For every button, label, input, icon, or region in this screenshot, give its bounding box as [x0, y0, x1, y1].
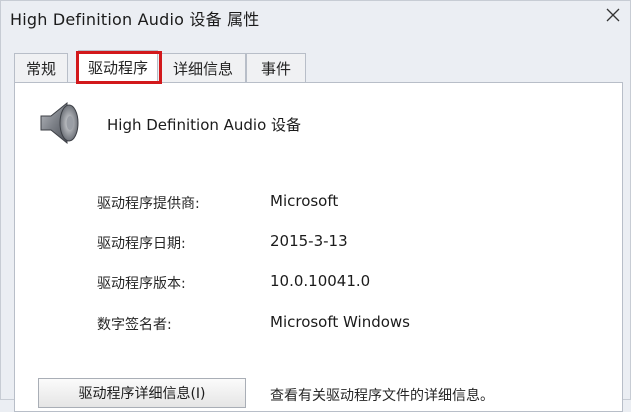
tab-events[interactable]: 事件 — [246, 53, 306, 82]
date-label: 驱动程序日期: — [97, 236, 186, 252]
speaker-icon — [40, 101, 79, 145]
tab-details[interactable]: 详细信息 — [160, 53, 246, 82]
device-name: High Definition Audio 设备 — [107, 116, 302, 134]
driver-details-description: 查看有关驱动程序文件的详细信息。 — [270, 388, 494, 404]
version-label: 驱动程序版本: — [97, 276, 186, 292]
active-tab-highlight — [76, 51, 162, 84]
properties-dialog: High Definition Audio 设备 属性 常规 驱动程序 详细信息… — [0, 0, 631, 412]
signer-value: Microsoft Windows — [270, 313, 410, 331]
provider-value: Microsoft — [270, 192, 339, 210]
date-value: 2015-3-13 — [270, 232, 348, 250]
driver-panel: High Definition Audio 设备 驱动程序提供商: Micros… — [14, 82, 623, 412]
window-title: High Definition Audio 设备 属性 — [10, 10, 260, 29]
signer-label: 数字签名者: — [97, 317, 172, 333]
version-value: 10.0.10041.0 — [270, 272, 371, 290]
close-button[interactable] — [596, 1, 630, 29]
tab-general[interactable]: 常规 — [14, 53, 68, 82]
driver-details-button[interactable]: 驱动程序详细信息(I) — [38, 378, 246, 408]
provider-label: 驱动程序提供商: — [97, 196, 200, 212]
close-icon — [606, 8, 620, 22]
